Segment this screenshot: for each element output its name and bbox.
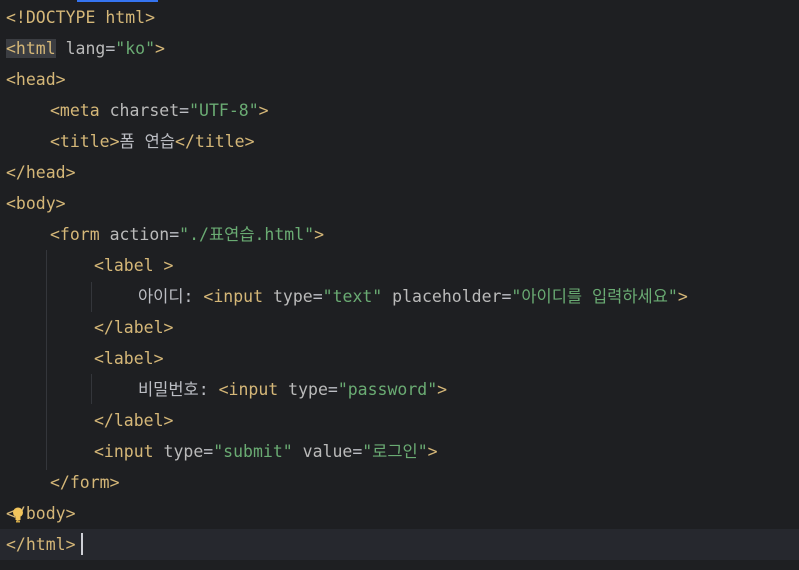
lightbulb-icon[interactable]: [11, 506, 25, 524]
code-line-text: <label >: [94, 250, 173, 281]
code-line-text: <body>: [6, 188, 66, 219]
code-token: <form: [50, 225, 100, 244]
code-line-text: </html>: [6, 529, 76, 560]
code-token: =: [501, 287, 512, 306]
code-line-text: 비밀번호: <input type="password">: [138, 374, 447, 405]
code-line-text: </form>: [50, 467, 120, 498]
code-token: <!DOCTYPE html>: [6, 8, 156, 27]
code-line-text: </label>: [94, 405, 173, 436]
code-line[interactable]: 비밀번호: <input type="password">: [0, 374, 799, 405]
code-token: >: [437, 380, 448, 399]
code-token: >: [427, 442, 438, 461]
code-token: >: [258, 101, 269, 120]
code-token: </head>: [6, 163, 76, 182]
code-line-text: </head>: [6, 157, 76, 188]
code-line[interactable]: <body>: [0, 188, 799, 219]
code-token: </form>: [50, 473, 120, 492]
code-line[interactable]: </form>: [0, 467, 799, 498]
code-token: type: [153, 442, 204, 461]
code-line-text: <title>폼 연습</title>: [50, 126, 255, 157]
code-token: >: [155, 39, 165, 58]
code-line[interactable]: <label>: [0, 343, 799, 374]
code-token: <meta: [50, 101, 100, 120]
code-line[interactable]: <form action="./표연습.html">: [0, 219, 799, 250]
code-token: </label>: [94, 411, 174, 430]
code-token: "./표연습.html": [179, 225, 315, 244]
code-line[interactable]: <input type="submit" value="로그인">: [0, 436, 799, 467]
code-token: =: [179, 101, 190, 120]
code-token: value: [292, 442, 353, 461]
code-line[interactable]: <label >: [0, 250, 799, 281]
code-token: 아이디:: [138, 287, 204, 306]
code-token: <title>: [50, 132, 120, 151]
text-caret: [81, 533, 83, 555]
code-token: type: [278, 380, 328, 399]
code-token: <html: [6, 39, 56, 58]
code-line-text: <html lang="ko">: [6, 33, 165, 64]
code-line-text: <!DOCTYPE html>: [6, 2, 155, 33]
code-token: <input: [94, 442, 154, 461]
code-line-text: <label>: [94, 343, 164, 374]
code-line-text: <head>: [6, 64, 66, 95]
code-line[interactable]: </head>: [0, 157, 799, 188]
code-token: =: [105, 39, 116, 58]
code-token: </label>: [94, 318, 174, 337]
code-token: </html>: [6, 535, 76, 554]
code-token: <head>: [6, 70, 66, 89]
code-line[interactable]: <head>: [0, 64, 799, 95]
code-token: <input: [218, 380, 279, 399]
code-editor[interactable]: <!DOCTYPE html> <html lang="ko"> <head> <me…: [0, 0, 799, 570]
code-token: "submit": [213, 442, 293, 461]
code-line-text: <form action="./표연습.html">: [50, 219, 324, 250]
code-token: charset: [99, 101, 180, 120]
code-token: =: [327, 380, 338, 399]
indent-guide: [91, 374, 92, 404]
code-line-text: <input type="submit" value="로그인">: [94, 436, 438, 467]
code-line[interactable]: </body>: [0, 498, 799, 529]
code-token: type: [263, 287, 313, 306]
code-token: 비밀번호:: [138, 380, 219, 399]
code-token: =: [169, 225, 180, 244]
code-token: <input: [203, 287, 264, 306]
code-line[interactable]: </label>: [0, 312, 799, 343]
code-token: "로그인": [362, 442, 428, 461]
code-token: =: [312, 287, 323, 306]
code-token: <body>: [6, 194, 66, 213]
indent-guide: [46, 250, 47, 470]
code-line-text: <meta charset="UTF-8">: [50, 95, 269, 126]
code-token: =: [352, 442, 363, 461]
code-line[interactable]: <html lang="ko">: [0, 33, 799, 64]
code-token: =: [203, 442, 214, 461]
code-token: action: [99, 225, 170, 244]
indent-guide: [91, 282, 92, 312]
code-token: lang: [55, 39, 106, 58]
code-token: 폼 연습: [119, 132, 176, 151]
code-line[interactable]: </html>: [0, 529, 799, 560]
code-token: <label >: [94, 256, 174, 275]
code-token: >: [314, 225, 325, 244]
code-line[interactable]: <meta charset="UTF-8">: [0, 95, 799, 126]
code-line-text: 아이디: <input type="text" placeholder="아이디…: [138, 281, 688, 312]
code-token: "UTF-8": [189, 101, 259, 120]
code-line[interactable]: 아이디: <input type="text" placeholder="아이디…: [0, 281, 799, 312]
code-token: "ko": [115, 39, 156, 58]
code-line-text: </label>: [94, 312, 173, 343]
code-line[interactable]: </label>: [0, 405, 799, 436]
code-token: placeholder: [382, 287, 502, 306]
code-token: >: [677, 287, 688, 306]
code-token: "아이디를 입력하세요": [511, 287, 678, 306]
code-token: </title>: [175, 132, 255, 151]
code-line[interactable]: <!DOCTYPE html>: [0, 2, 799, 33]
code-token: "text": [322, 287, 383, 306]
code-token: <label>: [94, 349, 164, 368]
code-line[interactable]: <title>폼 연습</title>: [0, 126, 799, 157]
code-token: "password": [337, 380, 438, 399]
